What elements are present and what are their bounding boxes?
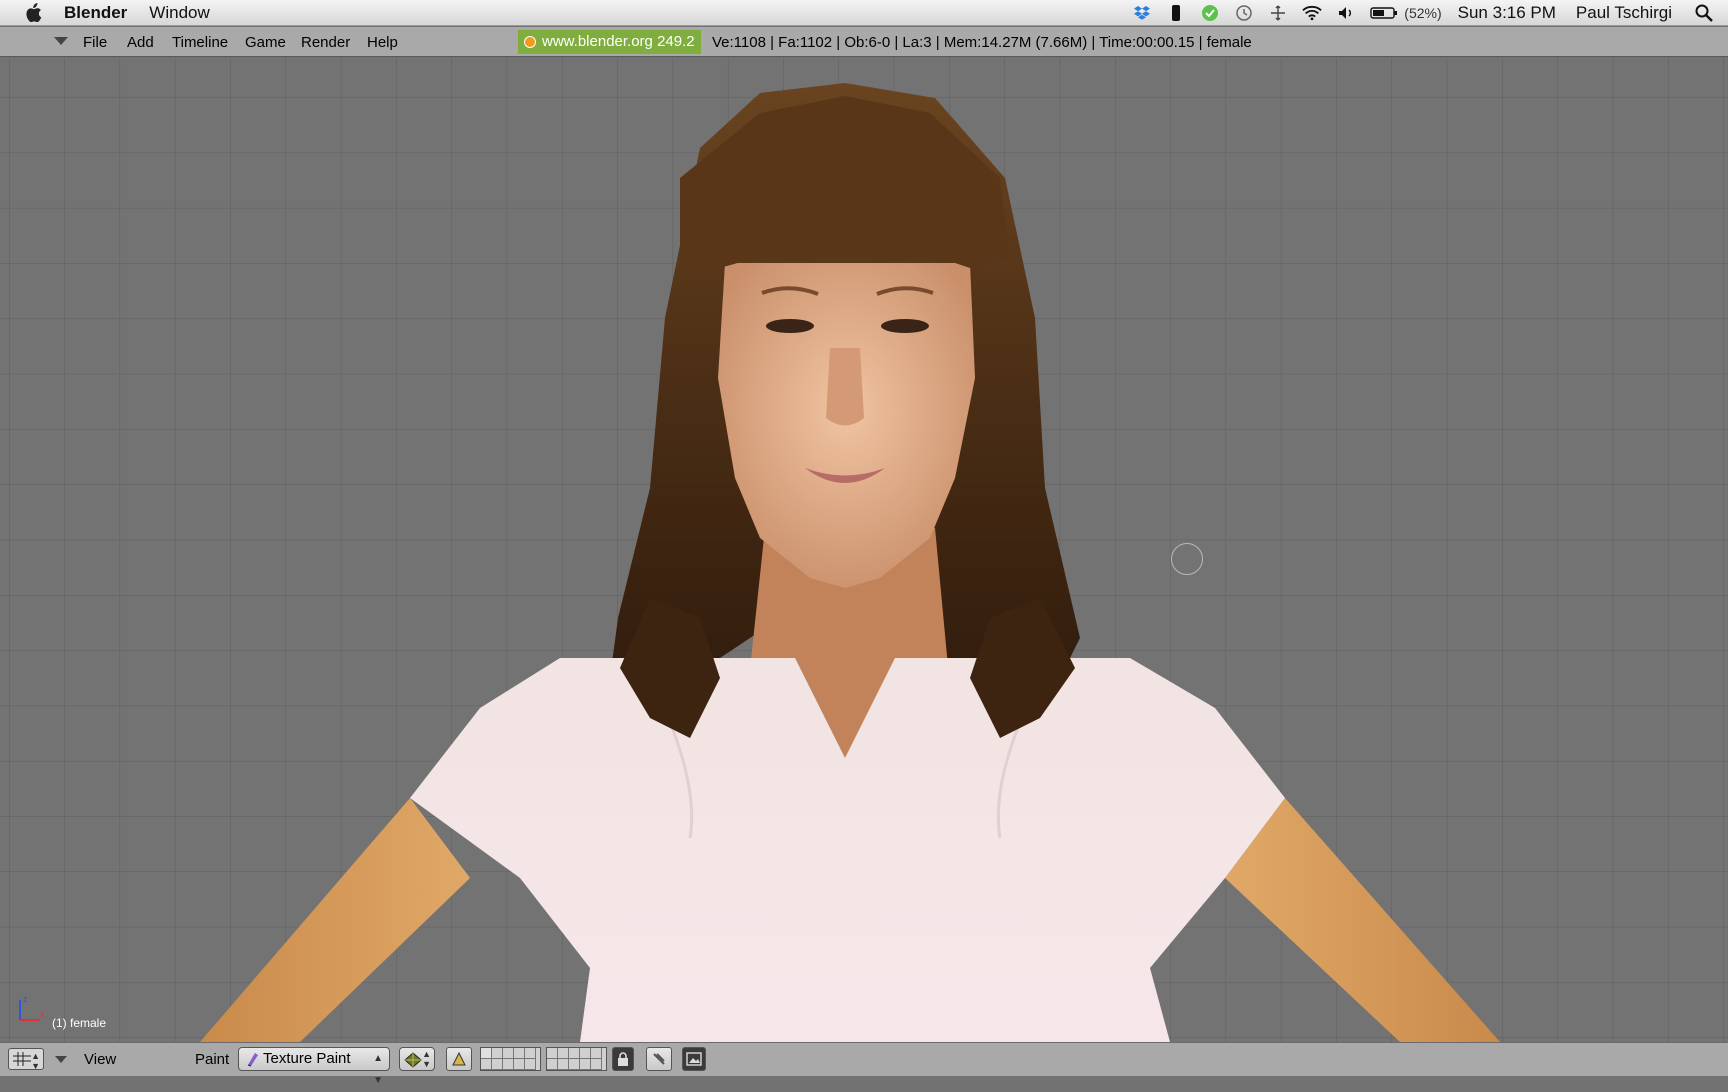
battery-percent: (52%) bbox=[1404, 5, 1442, 21]
scene-stats: Ve:1108 | Fa:1102 | Ob:6-0 | La:3 | Mem:… bbox=[712, 34, 1252, 51]
face-select-mask-button[interactable] bbox=[446, 1047, 472, 1071]
menu-help[interactable]: Help bbox=[367, 34, 398, 51]
blender-version-badge[interactable]: www.blender.org 249.2 bbox=[518, 30, 701, 54]
lock-layers-button[interactable] bbox=[612, 1047, 634, 1071]
mode-select-value: Texture Paint bbox=[263, 1050, 351, 1067]
grid-icon bbox=[13, 1052, 31, 1066]
paint-brush-icon bbox=[247, 1053, 258, 1067]
3d-viewport[interactable]: z x (1) female bbox=[0, 58, 1728, 1042]
snap-button[interactable] bbox=[646, 1047, 672, 1071]
sync-check-icon[interactable] bbox=[1200, 4, 1220, 22]
mode-select[interactable]: Texture Paint ▲ ▼ bbox=[238, 1047, 390, 1086]
brush-cursor bbox=[1171, 543, 1203, 575]
render-preview-button[interactable] bbox=[682, 1047, 706, 1071]
magnet-icon bbox=[653, 1053, 665, 1065]
app-menu-blender[interactable]: Blender bbox=[64, 3, 127, 23]
menu-file[interactable]: File bbox=[83, 34, 107, 51]
editor-type-select[interactable]: ▲ ▼ bbox=[8, 1048, 44, 1071]
lock-icon bbox=[618, 1052, 628, 1066]
mac-menubar: Blender Window (52%) Sun 3:16 PM Paul Ts… bbox=[0, 0, 1728, 26]
menu-window[interactable]: Window bbox=[149, 3, 209, 23]
header-collapse-icon[interactable] bbox=[54, 37, 68, 45]
layers-row-2[interactable] bbox=[546, 1047, 607, 1071]
axis-x-label: x bbox=[40, 1009, 45, 1019]
updown-arrows-icon: ▲ ▼ bbox=[422, 1049, 431, 1069]
menu-timeline[interactable]: Timeline bbox=[172, 34, 228, 51]
blender-logo-icon bbox=[524, 36, 536, 48]
menu-render[interactable]: Render bbox=[301, 34, 350, 51]
axis-z-label: z bbox=[23, 994, 28, 1004]
menu-add[interactable]: Add bbox=[127, 34, 154, 51]
menubar-user[interactable]: Paul Tschirgi bbox=[1576, 3, 1672, 23]
version-label: www.blender.org 249.2 bbox=[542, 33, 695, 50]
dropbox-icon[interactable] bbox=[1132, 4, 1152, 22]
time-machine-icon[interactable] bbox=[1234, 4, 1254, 22]
volume-icon[interactable] bbox=[1336, 4, 1356, 22]
spotlight-search-icon[interactable] bbox=[1694, 4, 1714, 22]
layers-row-1[interactable] bbox=[480, 1047, 541, 1071]
menu-paint[interactable]: Paint bbox=[195, 1051, 229, 1068]
wifi-icon[interactable] bbox=[1302, 4, 1322, 22]
viewport-header: ▲ ▼ View Paint Texture Paint ▲ ▼ ▲ ▼ bbox=[0, 1042, 1728, 1086]
draw-type-select[interactable]: ▲ ▼ bbox=[399, 1047, 435, 1071]
bluetooth-move-icon[interactable] bbox=[1268, 4, 1288, 22]
textured-shading-icon bbox=[404, 1052, 422, 1068]
menu-game[interactable]: Game bbox=[245, 34, 286, 51]
updown-arrows-icon: ▲ ▼ bbox=[31, 1051, 40, 1071]
battery-icon[interactable] bbox=[1370, 4, 1398, 22]
usb-drive-icon[interactable] bbox=[1166, 4, 1186, 22]
viewport-grid bbox=[0, 58, 1728, 1042]
image-icon bbox=[686, 1052, 702, 1066]
blender-info-header: File Add Timeline Game Render Help www.b… bbox=[0, 27, 1728, 57]
axis-gizmo-icon: z x bbox=[19, 994, 45, 1021]
edit-triangle-icon bbox=[452, 1051, 466, 1066]
menubar-clock[interactable]: Sun 3:16 PM bbox=[1458, 3, 1556, 23]
apple-icon[interactable] bbox=[20, 0, 46, 26]
header-menu-collapse-icon[interactable] bbox=[55, 1056, 67, 1063]
updown-arrows-icon: ▲ ▼ bbox=[373, 1053, 383, 1086]
active-object-label: (1) female bbox=[52, 1016, 107, 1030]
menu-view[interactable]: View bbox=[84, 1051, 116, 1068]
